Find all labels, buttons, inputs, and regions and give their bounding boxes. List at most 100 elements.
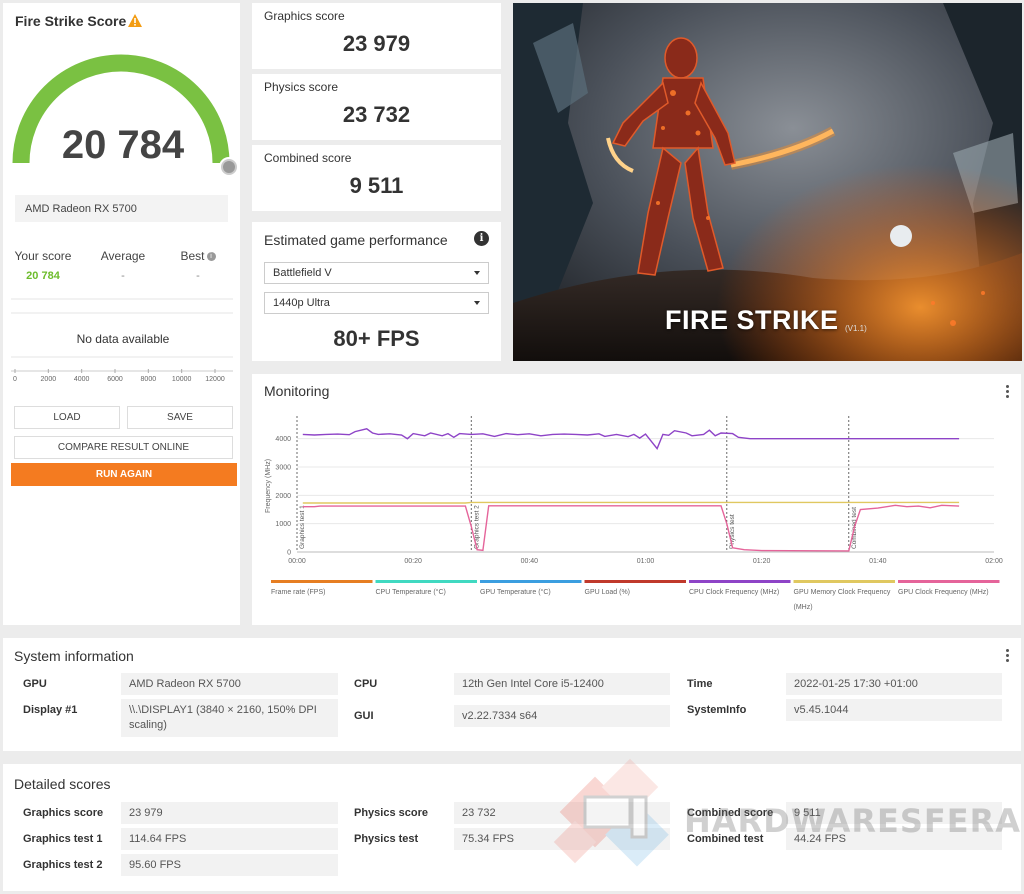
gpu-name: AMD Radeon RX 5700 bbox=[15, 195, 228, 222]
average-col: Average - bbox=[88, 249, 158, 282]
caret-down-icon bbox=[474, 271, 480, 275]
distribution-tick-label: 0 bbox=[13, 376, 17, 383]
x-tick-label: 01:20 bbox=[753, 558, 771, 565]
average-value: - bbox=[121, 270, 125, 282]
y-axis-label: Frequency (MHz) bbox=[265, 459, 272, 513]
graphics-score-value: 23 979 bbox=[342, 31, 411, 56]
physics-test-label: Physics test bbox=[354, 833, 419, 845]
preset-select[interactable]: 1440p Ultra bbox=[264, 292, 489, 314]
monitoring-title: Monitoring bbox=[264, 383, 330, 399]
system-info-title: System information bbox=[14, 648, 134, 664]
distribution-tick-label: 6000 bbox=[107, 376, 123, 383]
y-tick-label: 1000 bbox=[275, 521, 291, 528]
legend-swatch[interactable] bbox=[898, 580, 1000, 583]
caret-down-icon bbox=[474, 301, 480, 305]
info-icon[interactable]: i bbox=[206, 252, 216, 262]
test-marker-label: Graphics test 1 bbox=[299, 505, 306, 549]
y-tick-label: 3000 bbox=[275, 465, 291, 472]
legend-label[interactable]: Frame rate (FPS) bbox=[271, 589, 325, 596]
series-line bbox=[302, 504, 960, 552]
hero-version: (V1.1) bbox=[845, 324, 867, 333]
warning-triangle-icon[interactable] bbox=[127, 13, 143, 29]
gui-value: v2.22.7334 s64 bbox=[454, 705, 670, 727]
watermark-text: HARDWARESFERA bbox=[684, 802, 1022, 840]
legend-label[interactable]: CPU Temperature (°C) bbox=[376, 588, 446, 596]
info-icon[interactable]: i bbox=[474, 231, 489, 246]
distribution-tick-label: 4000 bbox=[74, 376, 90, 383]
systeminfo-label: SystemInfo bbox=[687, 704, 747, 716]
overall-score: 20 784 bbox=[61, 123, 185, 167]
best-value: - bbox=[196, 270, 200, 282]
display-value: \\.\DISPLAY1 (3840 × 2160, 150% DPI scal… bbox=[121, 699, 338, 737]
fire-strike-banner: FIRE STRIKE (V1.1) bbox=[513, 3, 1022, 361]
estimated-fps: 80+ FPS bbox=[333, 326, 420, 351]
no-data-message: No data available bbox=[76, 332, 170, 346]
game-select-value: Battlefield V bbox=[273, 267, 332, 279]
x-tick-label: 00:40 bbox=[521, 558, 539, 565]
more-options-icon[interactable] bbox=[1006, 649, 1009, 664]
legend-label[interactable]: GPU Load (%) bbox=[585, 589, 631, 596]
legend-label[interactable]: GPU Temperature (°C) bbox=[480, 588, 551, 596]
combined-score-box: Combined score 9 511 bbox=[252, 145, 501, 211]
legend-swatch[interactable] bbox=[375, 580, 478, 583]
save-button[interactable]: SAVE bbox=[127, 406, 233, 429]
time-label: Time bbox=[687, 678, 713, 690]
legend-label[interactable]: GPU Memory Clock Frequency bbox=[794, 589, 891, 596]
time-value: 2022-01-25 17:30 +01:00 bbox=[786, 673, 1002, 695]
physics-test-value: 75.34 FPS bbox=[454, 828, 670, 850]
system-information: System information GPU AMD Radeon RX 570… bbox=[3, 638, 1021, 751]
test-marker-label: Graphics test 2 bbox=[473, 505, 480, 549]
physics-score-label: Physics score bbox=[264, 80, 339, 94]
distribution-tick-label: 2000 bbox=[41, 376, 57, 383]
legend-swatch[interactable] bbox=[793, 580, 896, 583]
gpu-label: GPU bbox=[23, 678, 47, 690]
distribution-tick-label: 12000 bbox=[205, 376, 225, 383]
x-tick-label: 02:00 bbox=[985, 558, 1003, 565]
preset-select-value: 1440p Ultra bbox=[273, 297, 330, 309]
graphics-score-label: Graphics score bbox=[264, 9, 345, 23]
graphics-test2-value: 95.60 FPS bbox=[121, 854, 338, 876]
game-select[interactable]: Battlefield V bbox=[264, 262, 489, 284]
legend-label[interactable]: CPU Clock Frequency (MHz) bbox=[689, 589, 779, 596]
physics-score-label: Physics score bbox=[354, 807, 428, 819]
combined-score-value: 9 511 bbox=[349, 173, 404, 198]
graphics-score-value: 23 979 bbox=[121, 802, 338, 824]
y-tick-label: 2000 bbox=[275, 493, 291, 500]
game-perf-title: Estimated game performance bbox=[264, 232, 448, 248]
x-tick-label: 01:40 bbox=[869, 558, 887, 565]
legend-swatch[interactable] bbox=[271, 580, 373, 583]
y-tick-label: 0 bbox=[287, 550, 291, 557]
compare-online-button[interactable]: COMPARE RESULT ONLINE bbox=[14, 436, 233, 459]
physics-score-value: 23 732 bbox=[342, 102, 411, 127]
combined-score-label: Combined score bbox=[264, 151, 352, 165]
physics-score-box: Physics score 23 732 bbox=[252, 74, 501, 140]
legend-swatch[interactable] bbox=[584, 580, 687, 583]
x-tick-label: 00:00 bbox=[288, 558, 306, 565]
best-label: Best bbox=[180, 249, 205, 263]
average-label: Average bbox=[100, 249, 146, 263]
load-button[interactable]: LOAD bbox=[14, 406, 120, 429]
legend-label[interactable]: GPU Clock Frequency (MHz) bbox=[898, 589, 989, 596]
series-line bbox=[302, 501, 960, 504]
your-score-value: 20 784 bbox=[26, 270, 60, 282]
x-tick-label: 00:20 bbox=[404, 558, 422, 565]
hero-title: FIRE STRIKE bbox=[665, 305, 839, 335]
gpu-value: AMD Radeon RX 5700 bbox=[121, 673, 338, 695]
legend-swatch[interactable] bbox=[480, 580, 582, 583]
distribution-tick-label: 8000 bbox=[141, 376, 157, 383]
detailed-scores-title: Detailed scores bbox=[14, 776, 111, 792]
best-label-wrap: Best i bbox=[163, 249, 233, 263]
systeminfo-value: v5.45.1044 bbox=[786, 699, 1002, 721]
score-title: Fire Strike Score bbox=[15, 13, 127, 29]
legend-swatch[interactable] bbox=[689, 580, 791, 583]
cpu-value: 12th Gen Intel Core i5-12400 bbox=[454, 673, 670, 695]
run-again-button[interactable]: RUN AGAIN bbox=[11, 463, 237, 486]
gui-label: GUI bbox=[354, 710, 374, 722]
monitoring-chart: Frequency (MHz) 0 1000 2000 3000 4000 00:00 0… bbox=[265, 416, 1003, 611]
cpu-label: CPU bbox=[354, 678, 378, 690]
more-options-icon[interactable] bbox=[1006, 385, 1009, 400]
physics-score-value: 23 732 bbox=[454, 802, 670, 824]
distribution-tick-label: 10000 bbox=[172, 376, 192, 383]
your-score-col: Your score 20 784 bbox=[8, 249, 78, 282]
graphics-score-label: Graphics score bbox=[23, 807, 104, 819]
